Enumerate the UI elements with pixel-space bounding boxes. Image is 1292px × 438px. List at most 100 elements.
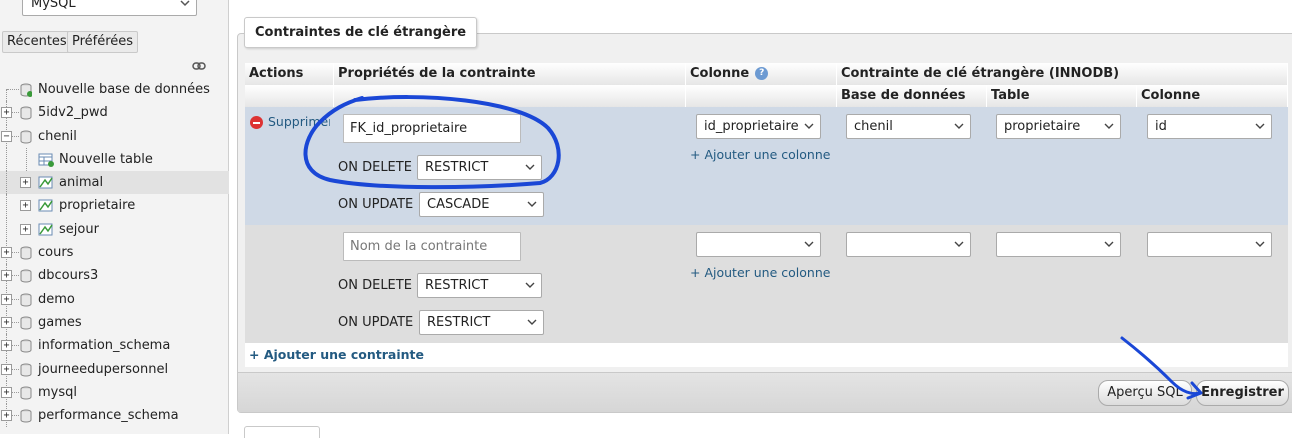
form-footer: Aperçu SQL Enregistrer <box>238 372 1292 412</box>
tree-item-label: Nouvelle base de données <box>38 82 210 97</box>
database-icon <box>20 316 32 330</box>
tree-item-database[interactable]: + performance_schema <box>0 404 229 428</box>
header-table: Table <box>987 85 1137 107</box>
constraint-name-input[interactable]: Nom de la contrainte <box>343 232 521 261</box>
table-row: Supprimer FK_id_proprietaire ON DELETE R… <box>245 107 1288 225</box>
expand-icon[interactable]: + <box>20 177 31 189</box>
on-update-select[interactable]: RESTRICT <box>419 310 544 335</box>
delete-constraint-link[interactable]: Supprimer <box>268 114 330 129</box>
expand-icon[interactable]: + <box>1 410 12 422</box>
tree-item-label: sejour <box>59 221 99 237</box>
expand-icon[interactable]: + <box>1 247 12 259</box>
tree-item-database[interactable]: + dbcours3 <box>0 264 229 288</box>
tree-item-database[interactable]: + information_schema <box>0 334 229 358</box>
tree-line <box>6 89 7 102</box>
table-icon <box>38 176 53 189</box>
on-delete-select-value: RESTRICT <box>425 278 489 293</box>
column-select[interactable] <box>696 232 821 257</box>
expand-icon[interactable]: + <box>20 223 31 235</box>
database-icon <box>20 106 32 120</box>
expand-icon[interactable]: + <box>1 340 12 352</box>
tree-item-table-animal[interactable]: + animal <box>0 171 229 195</box>
tab-favorites[interactable]: Préférées <box>67 31 139 53</box>
tree-line <box>6 147 7 172</box>
expand-icon[interactable]: + <box>1 270 12 282</box>
chevron-down-icon <box>804 123 814 129</box>
tree-item-label: proprietaire <box>59 198 136 214</box>
tree-item-new-table[interactable]: Nouvelle table <box>0 147 229 172</box>
tree-item-database[interactable]: + mysql <box>0 380 229 405</box>
expand-icon[interactable]: + <box>1 363 12 375</box>
database-icon <box>20 293 32 307</box>
database-icon <box>20 386 32 400</box>
add-column-link[interactable]: + Ajouter une colonne <box>690 147 830 162</box>
database-icon <box>20 246 32 260</box>
tree-line <box>7 89 19 90</box>
preview-sql-button[interactable]: Aperçu SQL <box>1098 380 1192 406</box>
tree-item-label: 5idv2_pwd <box>38 105 108 121</box>
tree-line <box>26 147 27 172</box>
tree-item-label: cours <box>38 245 74 261</box>
add-column-link[interactable]: + Ajouter une colonne <box>690 265 830 280</box>
on-delete-select[interactable]: RESTRICT <box>417 273 542 298</box>
tree-item-new-database[interactable]: Nouvelle base de données <box>0 78 229 102</box>
tab-recent[interactable]: Récentes <box>2 31 72 53</box>
chevron-down-icon <box>525 282 535 288</box>
column-select-value: id_proprietaire <box>704 119 799 134</box>
tree-item-database[interactable]: + 5idv2_pwd <box>0 101 229 125</box>
column-select[interactable]: id_proprietaire <box>696 114 821 139</box>
tree-item-label: dbcours3 <box>38 268 99 284</box>
expand-icon[interactable]: + <box>1 107 12 119</box>
collapse-icon[interactable]: − <box>1 130 12 142</box>
fieldset-legend: Contraintes de clé étrangère <box>244 17 478 48</box>
on-delete-select[interactable]: RESTRICT <box>417 155 542 180</box>
help-icon[interactable]: ? <box>755 67 769 80</box>
expand-icon[interactable]: + <box>1 386 12 398</box>
header-column: Colonne? <box>686 63 837 85</box>
chevron-down-icon <box>954 241 964 247</box>
chevron-down-icon <box>525 164 535 170</box>
ref-column-select[interactable] <box>1147 232 1272 257</box>
add-constraint-link[interactable]: + Ajouter une contrainte <box>249 347 424 362</box>
on-update-select-value: CASCADE <box>427 197 490 212</box>
expand-icon[interactable]: + <box>1 293 12 305</box>
on-delete-label: ON DELETE <box>338 278 412 293</box>
chevron-down-icon <box>1104 123 1114 129</box>
new-database-icon <box>20 83 32 97</box>
chevron-down-icon <box>527 319 537 325</box>
add-constraint-row: + Ajouter une contrainte <box>245 343 1288 367</box>
on-update-select[interactable]: CASCADE <box>419 192 544 217</box>
expand-icon[interactable]: + <box>20 200 31 212</box>
link-icon[interactable] <box>192 61 206 71</box>
server-select[interactable]: MySQL <box>22 0 197 16</box>
tab-favorites-label: Préférées <box>72 34 134 49</box>
expand-icon[interactable]: + <box>1 316 12 328</box>
tree-line <box>6 217 7 242</box>
ref-table-select[interactable]: proprietaire <box>996 114 1121 139</box>
tree-item-label: demo <box>38 291 75 307</box>
ref-table-select[interactable] <box>996 232 1121 257</box>
main-content: Contraintes de clé étrangère Actions Pro… <box>230 0 1292 438</box>
tree-item-label: chenil <box>38 128 77 144</box>
tree-item-database[interactable]: + cours <box>0 241 229 265</box>
tree-line <box>6 194 7 218</box>
delete-icon[interactable] <box>250 116 263 129</box>
tree-item-database[interactable]: + demo <box>0 287 229 311</box>
tree-item-table-proprietaire[interactable]: + proprietaire <box>0 194 229 218</box>
tree-item-label: Nouvelle table <box>59 151 153 167</box>
on-delete-select-value: RESTRICT <box>425 160 489 175</box>
ref-column-select-value: id <box>1155 119 1167 134</box>
tree-item-database[interactable]: − chenil <box>0 124 229 148</box>
ref-database-select[interactable] <box>846 232 971 257</box>
on-update-label: ON UPDATE <box>338 197 414 212</box>
on-update-label: ON UPDATE <box>338 315 414 330</box>
constraint-name-input[interactable]: FK_id_proprietaire <box>343 114 521 143</box>
chevron-down-icon <box>180 0 190 7</box>
tree-item-table-sejour[interactable]: + sejour <box>0 217 229 242</box>
save-button[interactable]: Enregistrer <box>1196 380 1289 406</box>
ref-database-select[interactable]: chenil <box>846 114 971 139</box>
tree-item-database[interactable]: + journeedupersonnel <box>0 357 229 381</box>
tree-item-database[interactable]: + games <box>0 310 229 335</box>
on-update-select-value: RESTRICT <box>427 315 491 330</box>
ref-column-select[interactable]: id <box>1147 114 1272 139</box>
